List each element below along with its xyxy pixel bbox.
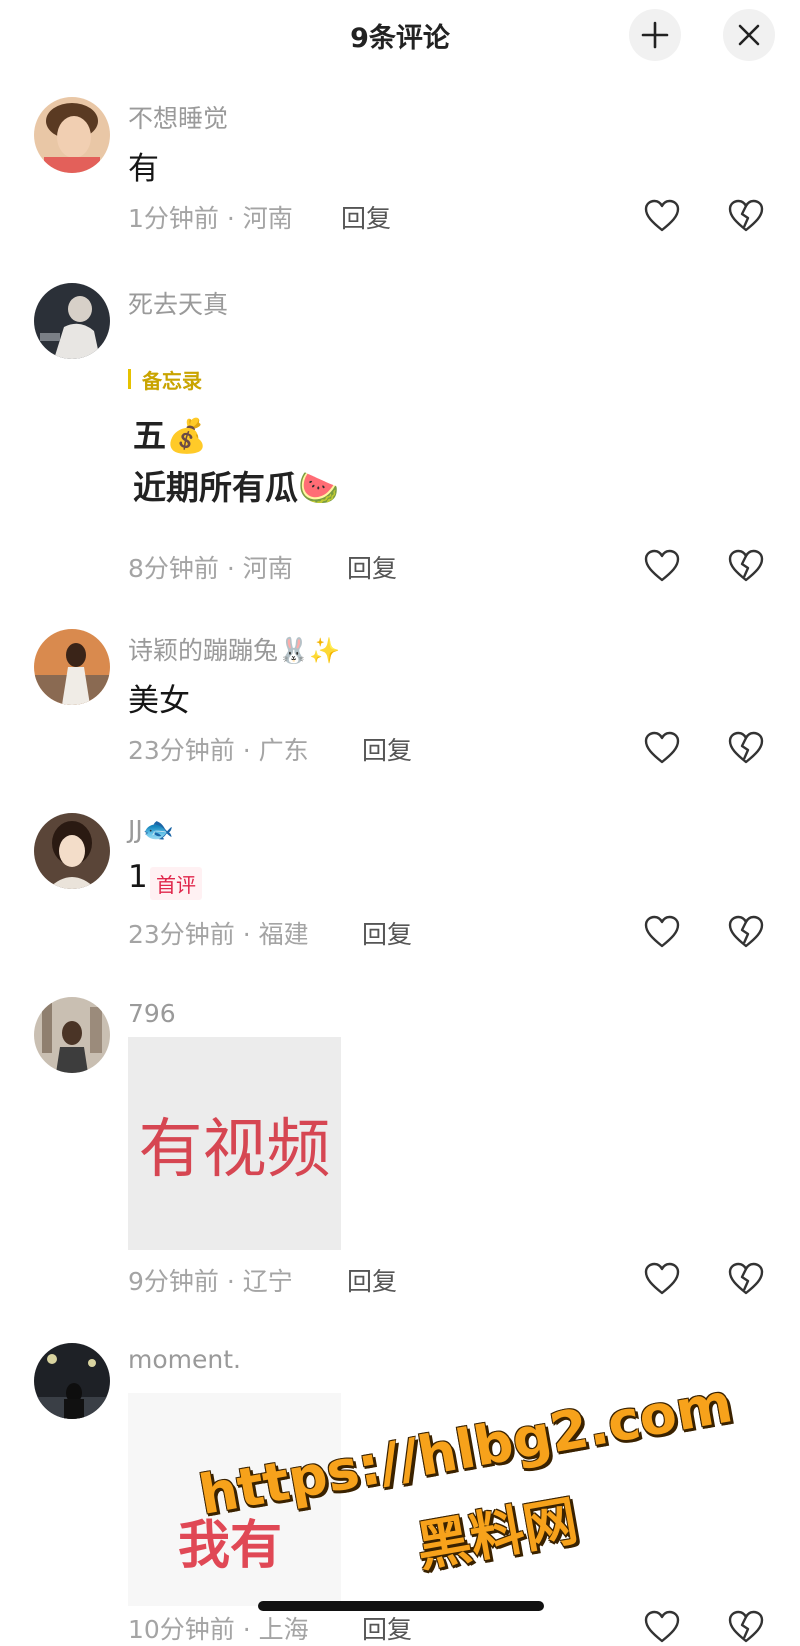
comment-text: 有 bbox=[128, 151, 159, 187]
comment-time-location: 8分钟前 · 河南 bbox=[128, 554, 293, 583]
comment-image-text: 我有 bbox=[178, 1516, 283, 1576]
comment-image[interactable]: 有视频 bbox=[128, 1037, 341, 1250]
broken-heart-icon[interactable] bbox=[728, 1262, 764, 1296]
reply-button[interactable]: 回复 bbox=[347, 549, 397, 585]
broken-heart-icon[interactable] bbox=[728, 199, 764, 233]
comments-header: 9条评论 bbox=[0, 0, 800, 74]
comment-username[interactable]: moment. bbox=[128, 1345, 241, 1374]
reply-button[interactable]: 回复 bbox=[341, 199, 391, 235]
comment-item: 死去天真 备忘录 五💰 近期所有瓜🍉 8分钟前 · 河南 回复 bbox=[0, 283, 800, 583]
comment-time-location: 10分钟前 · 上海 bbox=[128, 1615, 309, 1644]
comment-text: 美女 bbox=[128, 683, 190, 719]
comment-time-location: 23分钟前 · 福建 bbox=[128, 920, 309, 949]
home-indicator[interactable] bbox=[258, 1601, 544, 1611]
broken-heart-icon[interactable] bbox=[728, 915, 764, 949]
heart-icon[interactable] bbox=[644, 199, 680, 233]
comment-item: 796 有视频 9分钟前 · 辽宁 回复 bbox=[0, 997, 800, 1317]
memo-line: 五💰 bbox=[133, 416, 208, 455]
memo-tag: 备忘录 bbox=[128, 365, 202, 394]
avatar[interactable] bbox=[34, 1343, 110, 1419]
comment-username[interactable]: 诗颖的蹦蹦兔🐰✨ bbox=[128, 631, 340, 667]
memo-line: 近期所有瓜🍉 bbox=[133, 468, 340, 507]
heart-icon[interactable] bbox=[644, 549, 680, 583]
avatar[interactable] bbox=[34, 97, 110, 173]
first-comment-badge: 首评 bbox=[150, 867, 202, 900]
reply-button[interactable]: 回复 bbox=[362, 731, 412, 767]
heart-icon[interactable] bbox=[644, 1610, 680, 1644]
comment-time-location: 9分钟前 · 辽宁 bbox=[128, 1267, 293, 1296]
reply-button[interactable]: 回复 bbox=[362, 1610, 412, 1646]
reply-button[interactable]: 回复 bbox=[362, 915, 412, 951]
heart-icon[interactable] bbox=[644, 1262, 680, 1296]
broken-heart-icon[interactable] bbox=[728, 731, 764, 765]
comment-item: 诗颖的蹦蹦兔🐰✨ 美女 23分钟前 · 广东 回复 bbox=[0, 629, 800, 779]
comment-time-location: 23分钟前 · 广东 bbox=[128, 736, 309, 765]
avatar[interactable] bbox=[34, 629, 110, 705]
heart-icon[interactable] bbox=[644, 915, 680, 949]
avatar[interactable] bbox=[34, 997, 110, 1073]
comment-item: JJ🐟 1 首评 23分钟前 · 福建 回复 bbox=[0, 813, 800, 963]
comment-item: moment. 我有 10分钟前 · 上海 回复 bbox=[0, 1343, 800, 1644]
comment-username[interactable]: 不想睡觉 bbox=[128, 99, 228, 135]
comment-image[interactable]: 我有 bbox=[128, 1393, 341, 1606]
comment-text: 1 bbox=[128, 859, 148, 895]
reply-button[interactable]: 回复 bbox=[347, 1262, 397, 1298]
comment-username[interactable]: 796 bbox=[128, 999, 176, 1028]
close-button[interactable] bbox=[723, 9, 775, 61]
comment-username[interactable]: JJ🐟 bbox=[128, 815, 174, 845]
collapse-button[interactable] bbox=[629, 9, 681, 61]
avatar[interactable] bbox=[34, 813, 110, 889]
comment-item: 不想睡觉 有 1分钟前 · 河南 回复 bbox=[0, 97, 800, 247]
broken-heart-icon[interactable] bbox=[728, 1610, 764, 1644]
heart-icon[interactable] bbox=[644, 731, 680, 765]
broken-heart-icon[interactable] bbox=[728, 549, 764, 583]
avatar[interactable] bbox=[34, 283, 110, 359]
collapse-icon bbox=[641, 21, 669, 49]
comment-time-location: 1分钟前 · 河南 bbox=[128, 204, 293, 233]
comment-image-text: 有视频 bbox=[138, 1112, 331, 1187]
close-icon bbox=[738, 24, 760, 46]
comment-username[interactable]: 死去天真 bbox=[128, 285, 228, 321]
